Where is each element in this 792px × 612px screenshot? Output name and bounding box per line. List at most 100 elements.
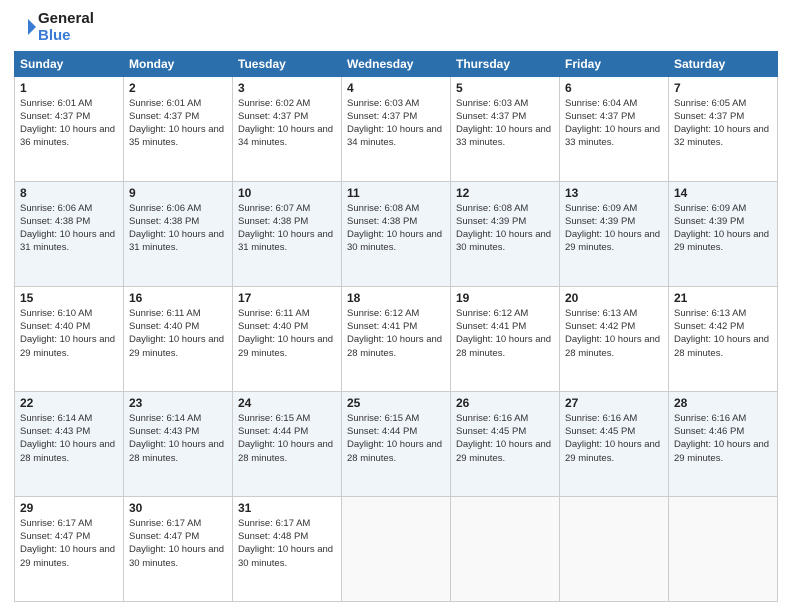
day-number: 17 <box>238 291 336 305</box>
day-sunrise: Sunrise: 6:14 AMSunset: 4:43 PMDaylight:… <box>129 413 224 464</box>
day-sunrise: Sunrise: 6:02 AMSunset: 4:37 PMDaylight:… <box>238 98 333 149</box>
day-number: 20 <box>565 291 663 305</box>
day-number: 24 <box>238 396 336 410</box>
day-number: 27 <box>565 396 663 410</box>
day-number: 18 <box>347 291 445 305</box>
logo: General Blue <box>14 10 94 45</box>
day-number: 10 <box>238 186 336 200</box>
calendar-cell: 27 Sunrise: 6:16 AMSunset: 4:45 PMDaylig… <box>560 391 669 496</box>
day-number: 26 <box>456 396 554 410</box>
day-number: 13 <box>565 186 663 200</box>
calendar-week: 29 Sunrise: 6:17 AMSunset: 4:47 PMDaylig… <box>15 496 778 601</box>
calendar-week: 22 Sunrise: 6:14 AMSunset: 4:43 PMDaylig… <box>15 391 778 496</box>
day-sunrise: Sunrise: 6:16 AMSunset: 4:46 PMDaylight:… <box>674 413 769 464</box>
day-number: 6 <box>565 81 663 95</box>
day-sunrise: Sunrise: 6:01 AMSunset: 4:37 PMDaylight:… <box>20 98 115 149</box>
day-sunrise: Sunrise: 6:09 AMSunset: 4:39 PMDaylight:… <box>674 203 769 254</box>
day-number: 28 <box>674 396 772 410</box>
day-number: 2 <box>129 81 227 95</box>
day-sunrise: Sunrise: 6:12 AMSunset: 4:41 PMDaylight:… <box>456 308 551 359</box>
day-number: 8 <box>20 186 118 200</box>
calendar-cell: 14 Sunrise: 6:09 AMSunset: 4:39 PMDaylig… <box>669 181 778 286</box>
calendar-cell: 1 Sunrise: 6:01 AMSunset: 4:37 PMDayligh… <box>15 76 124 181</box>
day-sunrise: Sunrise: 6:07 AMSunset: 4:38 PMDaylight:… <box>238 203 333 254</box>
weekday-header: Friday <box>560 51 669 76</box>
calendar-cell: 25 Sunrise: 6:15 AMSunset: 4:44 PMDaylig… <box>342 391 451 496</box>
day-number: 25 <box>347 396 445 410</box>
day-number: 29 <box>20 501 118 515</box>
calendar-cell: 13 Sunrise: 6:09 AMSunset: 4:39 PMDaylig… <box>560 181 669 286</box>
calendar-cell <box>669 496 778 601</box>
day-sunrise: Sunrise: 6:03 AMSunset: 4:37 PMDaylight:… <box>347 98 442 149</box>
day-number: 4 <box>347 81 445 95</box>
calendar-cell: 17 Sunrise: 6:11 AMSunset: 4:40 PMDaylig… <box>233 286 342 391</box>
day-sunrise: Sunrise: 6:17 AMSunset: 4:47 PMDaylight:… <box>20 518 115 569</box>
day-number: 3 <box>238 81 336 95</box>
weekday-header: Thursday <box>451 51 560 76</box>
day-number: 5 <box>456 81 554 95</box>
weekday-header: Tuesday <box>233 51 342 76</box>
day-sunrise: Sunrise: 6:16 AMSunset: 4:45 PMDaylight:… <box>565 413 660 464</box>
day-sunrise: Sunrise: 6:17 AMSunset: 4:48 PMDaylight:… <box>238 518 333 569</box>
calendar-cell: 5 Sunrise: 6:03 AMSunset: 4:37 PMDayligh… <box>451 76 560 181</box>
header: General Blue <box>14 10 778 45</box>
day-sunrise: Sunrise: 6:12 AMSunset: 4:41 PMDaylight:… <box>347 308 442 359</box>
day-sunrise: Sunrise: 6:11 AMSunset: 4:40 PMDaylight:… <box>238 308 333 359</box>
day-sunrise: Sunrise: 6:14 AMSunset: 4:43 PMDaylight:… <box>20 413 115 464</box>
day-number: 9 <box>129 186 227 200</box>
day-number: 22 <box>20 396 118 410</box>
day-sunrise: Sunrise: 6:15 AMSunset: 4:44 PMDaylight:… <box>347 413 442 464</box>
day-sunrise: Sunrise: 6:13 AMSunset: 4:42 PMDaylight:… <box>565 308 660 359</box>
calendar-cell: 2 Sunrise: 6:01 AMSunset: 4:37 PMDayligh… <box>124 76 233 181</box>
day-sunrise: Sunrise: 6:06 AMSunset: 4:38 PMDaylight:… <box>129 203 224 254</box>
calendar-cell: 4 Sunrise: 6:03 AMSunset: 4:37 PMDayligh… <box>342 76 451 181</box>
day-number: 15 <box>20 291 118 305</box>
day-number: 12 <box>456 186 554 200</box>
weekday-header: Sunday <box>15 51 124 76</box>
day-sunrise: Sunrise: 6:11 AMSunset: 4:40 PMDaylight:… <box>129 308 224 359</box>
calendar-cell: 15 Sunrise: 6:10 AMSunset: 4:40 PMDaylig… <box>15 286 124 391</box>
day-sunrise: Sunrise: 6:15 AMSunset: 4:44 PMDaylight:… <box>238 413 333 464</box>
weekday-header: Saturday <box>669 51 778 76</box>
day-number: 19 <box>456 291 554 305</box>
calendar-cell: 9 Sunrise: 6:06 AMSunset: 4:38 PMDayligh… <box>124 181 233 286</box>
calendar-cell: 29 Sunrise: 6:17 AMSunset: 4:47 PMDaylig… <box>15 496 124 601</box>
logo-blue: Blue <box>38 27 94 44</box>
calendar-cell: 20 Sunrise: 6:13 AMSunset: 4:42 PMDaylig… <box>560 286 669 391</box>
day-number: 31 <box>238 501 336 515</box>
calendar-cell: 26 Sunrise: 6:16 AMSunset: 4:45 PMDaylig… <box>451 391 560 496</box>
day-number: 16 <box>129 291 227 305</box>
day-sunrise: Sunrise: 6:13 AMSunset: 4:42 PMDaylight:… <box>674 308 769 359</box>
day-sunrise: Sunrise: 6:06 AMSunset: 4:38 PMDaylight:… <box>20 203 115 254</box>
day-sunrise: Sunrise: 6:05 AMSunset: 4:37 PMDaylight:… <box>674 98 769 149</box>
day-sunrise: Sunrise: 6:16 AMSunset: 4:45 PMDaylight:… <box>456 413 551 464</box>
calendar-cell <box>342 496 451 601</box>
day-number: 7 <box>674 81 772 95</box>
calendar-cell: 28 Sunrise: 6:16 AMSunset: 4:46 PMDaylig… <box>669 391 778 496</box>
calendar-cell: 12 Sunrise: 6:08 AMSunset: 4:39 PMDaylig… <box>451 181 560 286</box>
calendar-week: 8 Sunrise: 6:06 AMSunset: 4:38 PMDayligh… <box>15 181 778 286</box>
day-sunrise: Sunrise: 6:04 AMSunset: 4:37 PMDaylight:… <box>565 98 660 149</box>
calendar-week: 1 Sunrise: 6:01 AMSunset: 4:37 PMDayligh… <box>15 76 778 181</box>
calendar-cell: 8 Sunrise: 6:06 AMSunset: 4:38 PMDayligh… <box>15 181 124 286</box>
day-sunrise: Sunrise: 6:08 AMSunset: 4:38 PMDaylight:… <box>347 203 442 254</box>
calendar-cell: 31 Sunrise: 6:17 AMSunset: 4:48 PMDaylig… <box>233 496 342 601</box>
logo-icon <box>14 16 36 38</box>
day-sunrise: Sunrise: 6:10 AMSunset: 4:40 PMDaylight:… <box>20 308 115 359</box>
day-sunrise: Sunrise: 6:08 AMSunset: 4:39 PMDaylight:… <box>456 203 551 254</box>
calendar-week: 15 Sunrise: 6:10 AMSunset: 4:40 PMDaylig… <box>15 286 778 391</box>
calendar-cell: 6 Sunrise: 6:04 AMSunset: 4:37 PMDayligh… <box>560 76 669 181</box>
calendar-cell: 3 Sunrise: 6:02 AMSunset: 4:37 PMDayligh… <box>233 76 342 181</box>
calendar-cell <box>560 496 669 601</box>
day-number: 11 <box>347 186 445 200</box>
weekday-header: Monday <box>124 51 233 76</box>
calendar-cell: 19 Sunrise: 6:12 AMSunset: 4:41 PMDaylig… <box>451 286 560 391</box>
calendar-cell: 23 Sunrise: 6:14 AMSunset: 4:43 PMDaylig… <box>124 391 233 496</box>
day-sunrise: Sunrise: 6:03 AMSunset: 4:37 PMDaylight:… <box>456 98 551 149</box>
weekday-header: Wednesday <box>342 51 451 76</box>
calendar-cell: 16 Sunrise: 6:11 AMSunset: 4:40 PMDaylig… <box>124 286 233 391</box>
day-number: 1 <box>20 81 118 95</box>
day-number: 30 <box>129 501 227 515</box>
calendar-cell: 21 Sunrise: 6:13 AMSunset: 4:42 PMDaylig… <box>669 286 778 391</box>
day-number: 21 <box>674 291 772 305</box>
